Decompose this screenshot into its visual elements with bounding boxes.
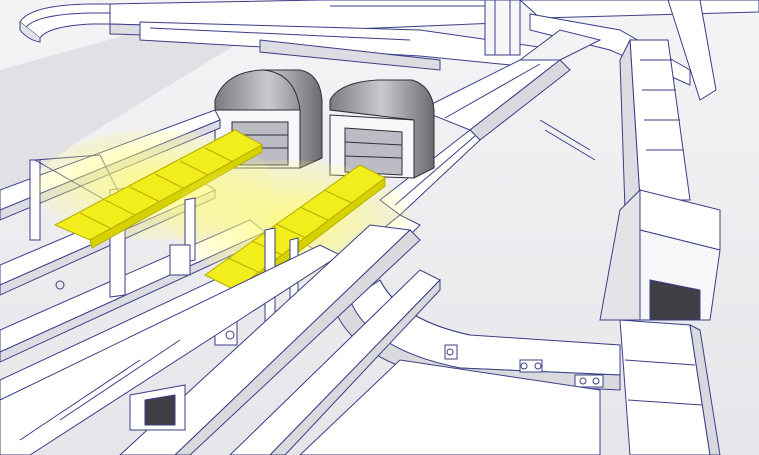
screening-machine-2 bbox=[329, 79, 435, 179]
conveyor-system-diagram bbox=[0, 0, 759, 455]
